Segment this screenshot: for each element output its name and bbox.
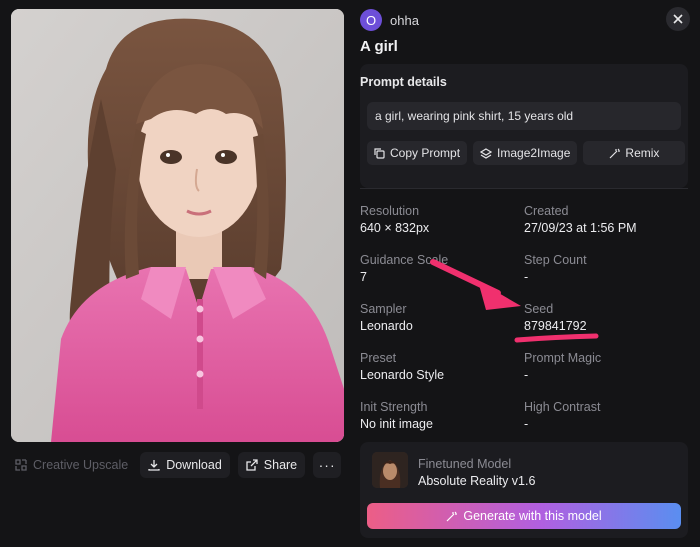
model-thumbnail[interactable] bbox=[372, 452, 408, 488]
sampler-label: Sampler bbox=[360, 302, 407, 316]
init-strength-label: Init Strength bbox=[360, 400, 428, 414]
remix-button[interactable]: Remix bbox=[583, 141, 686, 165]
prompt-actions: Copy Prompt Image2Image Remix bbox=[367, 141, 686, 165]
step-count-value: - bbox=[524, 270, 529, 284]
generate-with-model-button[interactable]: Generate with this model bbox=[367, 503, 681, 529]
prompt-magic-value: - bbox=[524, 368, 529, 382]
finetuned-model-section: Finetuned Model Absolute Reality v1.6 Ge… bbox=[360, 442, 688, 538]
creative-upscale-button[interactable]: Creative Upscale bbox=[11, 452, 132, 478]
resolution-field: Resolution 640 × 832px bbox=[360, 204, 524, 253]
image-action-bar: Creative Upscale Download Share ··· bbox=[11, 452, 344, 478]
step-count-label: Step Count bbox=[524, 253, 587, 267]
user-header: O ohha bbox=[360, 9, 419, 31]
more-options-icon: ··· bbox=[318, 457, 336, 473]
share-label: Share bbox=[263, 458, 298, 472]
created-value: 27/09/23 at 1:56 PM bbox=[524, 221, 637, 235]
close-icon bbox=[673, 14, 683, 24]
seed-field: Seed 879841792 bbox=[524, 302, 688, 351]
image-title: A girl bbox=[360, 38, 398, 55]
section-divider bbox=[360, 188, 688, 189]
created-field: Created 27/09/23 at 1:56 PM bbox=[524, 204, 688, 253]
close-button[interactable] bbox=[666, 7, 690, 31]
finetuned-model-label: Finetuned Model bbox=[418, 457, 512, 471]
more-options-button[interactable]: ··· bbox=[313, 452, 342, 478]
guidance-scale-label: Guidance Scale bbox=[360, 253, 449, 267]
generation-details: Resolution 640 × 832px Created 27/09/23 … bbox=[360, 204, 688, 449]
copy-prompt-label: Copy Prompt bbox=[390, 146, 461, 160]
guidance-scale-field: Guidance Scale 7 bbox=[360, 253, 524, 302]
seed-label: Seed bbox=[524, 302, 554, 316]
image2image-button[interactable]: Image2Image bbox=[473, 141, 578, 165]
seed-value[interactable]: 879841792 bbox=[524, 319, 688, 333]
sampler-field: Sampler Leonardo bbox=[360, 302, 524, 351]
details-panel: O ohha A girl Prompt details a girl, wea… bbox=[360, 0, 700, 547]
guidance-scale-value: 7 bbox=[360, 270, 367, 284]
prompt-text: a girl, wearing pink shirt, 15 years old bbox=[367, 102, 681, 130]
model-portrait-image bbox=[372, 452, 408, 488]
copy-prompt-button[interactable]: Copy Prompt bbox=[367, 141, 468, 165]
username[interactable]: ohha bbox=[390, 13, 419, 28]
preset-field: Preset Leonardo Style bbox=[360, 351, 524, 400]
created-label: Created bbox=[524, 204, 569, 218]
init-strength-value: No init image bbox=[360, 417, 433, 431]
sampler-value: Leonardo bbox=[360, 319, 413, 333]
preset-value: Leonardo Style bbox=[360, 368, 445, 382]
high-contrast-value: - bbox=[524, 417, 529, 431]
remix-label: Remix bbox=[625, 146, 660, 160]
download-label: Download bbox=[166, 458, 222, 472]
preset-label: Preset bbox=[360, 351, 397, 365]
magic-wand-icon bbox=[609, 148, 621, 158]
high-contrast-label: High Contrast bbox=[524, 400, 601, 414]
prompt-details-heading: Prompt details bbox=[360, 75, 447, 89]
prompt-magic-label: Prompt Magic bbox=[524, 351, 602, 365]
avatar[interactable]: O bbox=[360, 9, 382, 31]
magic-wand-icon bbox=[446, 511, 458, 521]
download-icon bbox=[148, 459, 160, 471]
copy-icon bbox=[374, 147, 385, 159]
resolution-label: Resolution bbox=[360, 204, 420, 218]
download-button[interactable]: Download bbox=[140, 452, 230, 478]
generated-image[interactable] bbox=[11, 9, 344, 442]
model-name[interactable]: Absolute Reality v1.6 bbox=[418, 474, 535, 488]
generate-label: Generate with this model bbox=[463, 509, 602, 523]
share-button[interactable]: Share bbox=[237, 452, 306, 478]
prompt-details-section: Prompt details a girl, wearing pink shir… bbox=[360, 64, 688, 188]
image2image-label: Image2Image bbox=[497, 146, 571, 160]
share-icon bbox=[246, 459, 258, 471]
creative-upscale-label: Creative Upscale bbox=[33, 458, 129, 472]
girl-portrait-image bbox=[11, 9, 344, 442]
upscale-icon bbox=[15, 459, 27, 471]
step-count-field: Step Count - bbox=[524, 253, 688, 302]
prompt-magic-field: Prompt Magic - bbox=[524, 351, 688, 400]
resolution-value: 640 × 832px bbox=[360, 221, 430, 235]
layers-icon bbox=[480, 147, 493, 159]
